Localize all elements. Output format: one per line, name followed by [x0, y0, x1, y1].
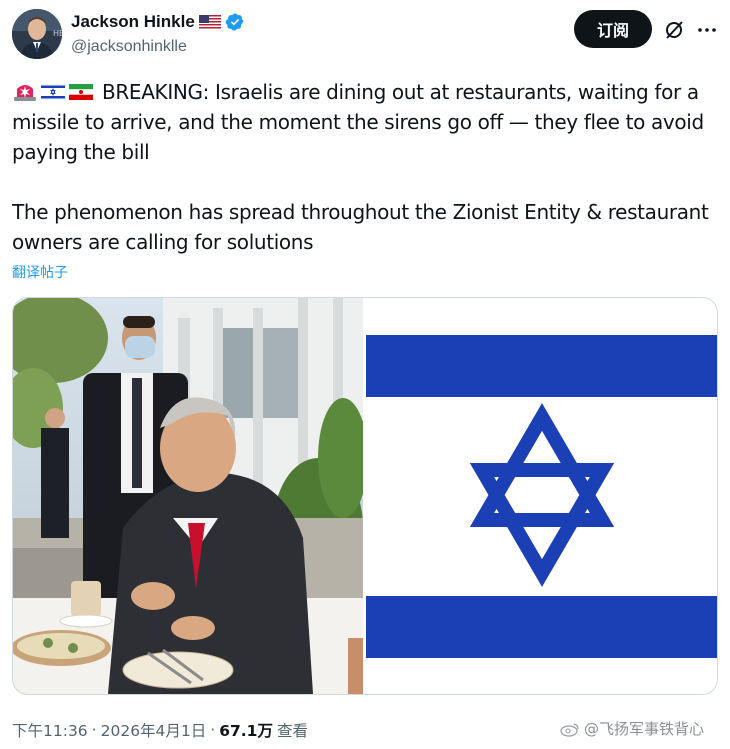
- svg-text:HB: HB: [53, 29, 62, 38]
- media-container[interactable]: [12, 297, 718, 695]
- verified-badge-icon[interactable]: [225, 12, 245, 32]
- israel-flag-icon: [40, 80, 66, 101]
- user-handle[interactable]: @jacksonhinklle: [71, 38, 187, 56]
- tweet-text: BREAKING: Israelis are dining out at res…: [12, 77, 718, 257]
- weibo-logo-icon: [560, 722, 579, 737]
- views-label: 查看: [276, 722, 308, 740]
- translate-post-link[interactable]: 翻译帖子: [12, 262, 68, 282]
- view-count: 67.1万: [219, 722, 273, 740]
- tweet-meta: 下午11:36 · 2026年4月1日 · 67.1万 查看: [12, 719, 308, 741]
- us-flag-icon: [198, 14, 221, 30]
- tweet-header: HB Jackson Hinkle @jacksonhinklle 订阅: [12, 9, 718, 61]
- post-time[interactable]: 下午11:36: [12, 719, 88, 741]
- rotating-light-icon: [12, 80, 38, 101]
- name-row: Jackson Hinkle: [71, 12, 245, 32]
- watermark-text: @飞扬军事铁背心: [584, 720, 705, 738]
- display-name[interactable]: Jackson Hinkle: [71, 12, 195, 32]
- israel-flag-image[interactable]: [366, 298, 717, 694]
- meta-separator: ·: [91, 721, 97, 739]
- grok-icon[interactable]: [663, 19, 685, 41]
- post-date[interactable]: 2026年4月1日: [101, 719, 207, 741]
- watermark: @飞扬军事铁背心: [560, 718, 704, 739]
- meta-separator: ·: [210, 721, 216, 739]
- restaurant-photo[interactable]: [13, 298, 368, 694]
- more-icon[interactable]: [696, 19, 718, 41]
- tweet-line-1: BREAKING: Israelis are dining out at res…: [12, 80, 704, 164]
- avatar[interactable]: HB: [12, 9, 62, 59]
- tweet-paragraph-1: BREAKING: Israelis are dining out at res…: [12, 77, 718, 167]
- iran-flag-icon: [68, 80, 94, 100]
- subscribe-button[interactable]: 订阅: [574, 10, 652, 48]
- tweet-paragraph-2: The phenomenon has spread throughout the…: [12, 200, 709, 254]
